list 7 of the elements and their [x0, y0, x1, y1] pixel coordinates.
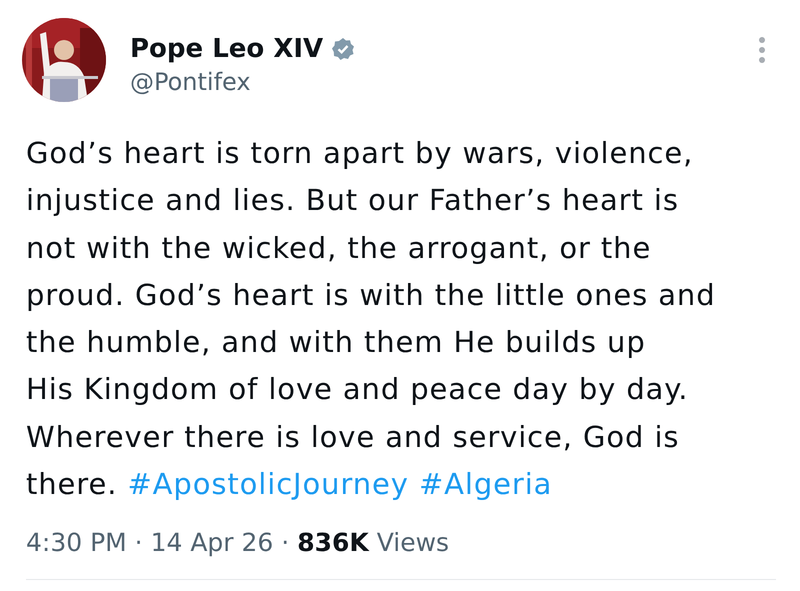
author-name[interactable]: Pope Leo XIV — [130, 34, 324, 64]
tweet-text: God’s heart is torn apart by wars, violence, injustice and lies. But our Father’s heart is not with the wicked, the arrogant, or the proud. God’s heart is with the little ones and the humble, and with them He builds up His Kingdom of love and peace day by day. Wherever there is love and service, God is there. #ApostolicJourney #Algeria — [26, 135, 716, 504]
view-count: 836K Views — [297, 528, 450, 558]
tweet-timestamp[interactable]: 4:30 PM · 14 Apr 26 — [26, 528, 274, 558]
author-handle[interactable]: @Pontifex — [130, 68, 251, 96]
more-options-icon[interactable] — [758, 36, 766, 64]
separator-dot: · — [281, 528, 290, 558]
